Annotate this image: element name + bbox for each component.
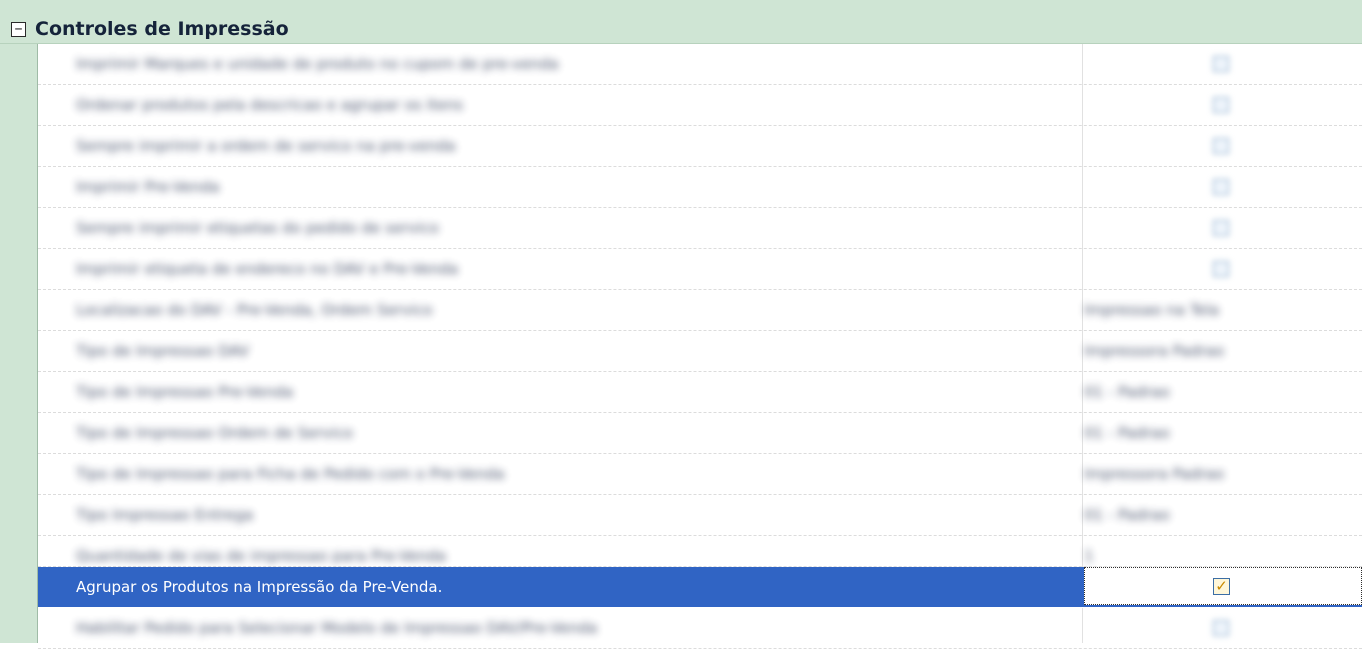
grid-row-selected[interactable]: Agrupar os Produtos na Impressão da Pre-… bbox=[38, 567, 1362, 608]
property-value-editor[interactable]: ✓ bbox=[1084, 567, 1362, 605]
checkbox-checked-icon[interactable]: ✓ bbox=[1213, 578, 1230, 595]
checkbox-icon[interactable] bbox=[1213, 179, 1229, 195]
property-name: Tipo Impressao Entrega bbox=[76, 506, 254, 524]
left-gutter bbox=[0, 44, 38, 643]
grid-row[interactable]: Tipo Impressao Entrega 01 - Padrao bbox=[38, 495, 1362, 536]
property-name: Imprimir Marques e unidade de produto no… bbox=[76, 55, 559, 73]
property-value[interactable]: 01 - Padrao bbox=[1084, 381, 1324, 403]
grid-row[interactable]: Imprimir etiqueta de endereco no DAV e P… bbox=[38, 249, 1362, 290]
property-name: Quantidade de vias de impressao para Pre… bbox=[76, 547, 447, 565]
grid-row[interactable]: Tipo de Impressao para Ficha de Pedido c… bbox=[38, 454, 1362, 495]
section-title: Controles de Impressão bbox=[35, 18, 289, 40]
checkbox-icon[interactable] bbox=[1213, 138, 1229, 154]
property-name: Localizacao do DAV - Pre-Venda, Ordem Se… bbox=[76, 301, 433, 319]
grid-row[interactable]: Quantidade de vias de impressao para Pre… bbox=[38, 536, 1362, 567]
property-grid: Imprimir Marques e unidade de produto no… bbox=[38, 44, 1362, 649]
property-name: Habilitar Pedido para Selecionar Modelo … bbox=[76, 619, 598, 637]
checkbox-icon[interactable] bbox=[1213, 620, 1229, 636]
grid-row[interactable]: Imprimir Pre-Venda bbox=[38, 167, 1362, 208]
property-name: Ordenar produtos pela descricao e agrupa… bbox=[76, 96, 464, 114]
grid-row[interactable]: Ordenar produtos pela descricao e agrupa… bbox=[38, 85, 1362, 126]
property-name: Imprimir etiqueta de endereco no DAV e P… bbox=[76, 260, 459, 278]
property-value[interactable]: 1 bbox=[1084, 545, 1324, 567]
grid-row[interactable]: Sempre imprimir a ordem de servico na pr… bbox=[38, 126, 1362, 167]
property-value[interactable]: Impressora Padrao bbox=[1084, 463, 1324, 485]
property-name: Sempre imprimir etiquetas do pedido de s… bbox=[76, 219, 439, 237]
property-name: Tipo de Impressao DAV bbox=[76, 342, 250, 360]
section-header-controles-impressao: − Controles de Impressão bbox=[0, 0, 1362, 44]
property-value[interactable]: 01 - Padrao bbox=[1084, 504, 1324, 526]
property-name: Imprimir Pre-Venda bbox=[76, 178, 220, 196]
collapse-toggle-icon[interactable]: − bbox=[11, 22, 26, 37]
checkbox-icon[interactable] bbox=[1213, 261, 1229, 277]
checkbox-icon[interactable] bbox=[1213, 220, 1229, 236]
property-name: Sempre imprimir a ordem de servico na pr… bbox=[76, 137, 456, 155]
grid-row[interactable]: Tipo de Impressao Ordem de Servico 01 - P… bbox=[38, 413, 1362, 454]
grid-row[interactable]: Imprimir Marques e unidade de produto no… bbox=[38, 44, 1362, 85]
property-value[interactable]: Impressao na Tela bbox=[1084, 299, 1324, 321]
property-name: Tipo de Impressao Ordem de Servico bbox=[76, 424, 353, 442]
grid-row[interactable]: Localizacao do DAV - Pre-Venda, Ordem Se… bbox=[38, 290, 1362, 331]
property-name: Tipo de Impressao para Ficha de Pedido c… bbox=[76, 465, 505, 483]
grid-row[interactable]: Tipo de Impressao Pre-Venda 01 - Padrao bbox=[38, 372, 1362, 413]
property-name: Tipo de Impressao Pre-Venda bbox=[76, 383, 294, 401]
property-value[interactable]: 01 - Padrao bbox=[1084, 422, 1324, 444]
checkbox-icon[interactable] bbox=[1213, 97, 1229, 113]
grid-row[interactable]: Tipo de Impressao DAV Impressora Padrao bbox=[38, 331, 1362, 372]
grid-row[interactable]: Sempre imprimir etiquetas do pedido de s… bbox=[38, 208, 1362, 249]
property-value[interactable]: Impressora Padrao bbox=[1084, 340, 1324, 362]
property-name: Agrupar os Produtos na Impressão da Pre-… bbox=[76, 578, 443, 596]
checkbox-icon[interactable] bbox=[1213, 56, 1229, 72]
